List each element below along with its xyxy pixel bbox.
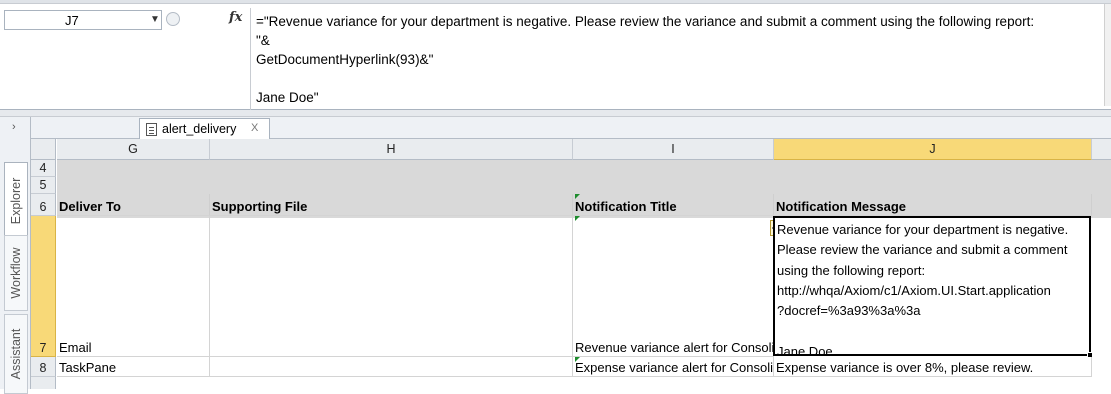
formula-scrollbar[interactable]: [1104, 4, 1111, 106]
cell-h8[interactable]: [210, 357, 573, 377]
pane-splitter[interactable]: [0, 110, 1111, 117]
tab-alert-delivery[interactable]: alert_delivery X: [139, 118, 270, 140]
close-icon[interactable]: X: [251, 122, 258, 134]
cell-g7[interactable]: Email: [57, 216, 210, 357]
cell-i8[interactable]: Expense variance alert for Consolidated …: [573, 357, 774, 377]
row-header-8[interactable]: 8: [31, 357, 56, 377]
column-header-i[interactable]: I: [573, 139, 774, 160]
column-header-k[interactable]: [1092, 139, 1111, 160]
formula-input[interactable]: ="Revenue variance for your department i…: [256, 12, 1106, 107]
row-header-5[interactable]: 5: [31, 177, 56, 194]
formula-bar-resize-icon[interactable]: [166, 12, 180, 26]
column-header-j[interactable]: J: [774, 139, 1092, 160]
cell-h6[interactable]: Supporting File: [210, 194, 573, 216]
task-pane: › Explorer Workflow Assistant: [0, 117, 31, 394]
cell-g8[interactable]: TaskPane: [57, 357, 210, 377]
document-tab-bar: alert_delivery X: [31, 117, 1111, 140]
tab-workflow[interactable]: Workflow: [4, 235, 28, 311]
tab-assistant-label: Assistant: [9, 328, 23, 380]
tab-explorer[interactable]: Explorer: [4, 162, 28, 240]
row-header-7[interactable]: 7: [31, 216, 56, 357]
tab-title: alert_delivery: [162, 122, 237, 136]
cell-i6[interactable]: Notification Title: [573, 194, 774, 216]
tab-workflow-label: Workflow: [9, 247, 23, 299]
expand-pane-icon[interactable]: ›: [12, 121, 16, 133]
cell-h7[interactable]: [210, 216, 573, 357]
document-icon: [146, 123, 157, 136]
spreadsheet-grid[interactable]: G H I J 4 5 6 7 8 Deliver To Supporting …: [31, 139, 1111, 389]
cell-j8[interactable]: Expense variance is over 8%, please revi…: [774, 357, 1092, 377]
cell-g6[interactable]: Deliver To: [57, 194, 210, 216]
row-header-4[interactable]: 4: [31, 160, 56, 177]
column-header-h[interactable]: H: [210, 139, 573, 160]
row-header-6[interactable]: 6: [31, 194, 56, 216]
formula-bar: J7 ▼ fx ="Revenue variance for your depa…: [0, 4, 1111, 110]
chevron-down-icon[interactable]: ▼: [150, 14, 160, 25]
row-header-9[interactable]: [31, 377, 56, 389]
name-box-value: J7: [65, 13, 79, 28]
tab-assistant[interactable]: Assistant: [4, 314, 28, 394]
cell-i7[interactable]: Revenue variance alert for Consolidated …: [573, 216, 774, 357]
select-all-corner[interactable]: [31, 139, 56, 160]
name-box[interactable]: J7 ▼: [4, 10, 162, 30]
error-indicator: [575, 216, 580, 221]
insert-function-icon[interactable]: fx: [229, 10, 242, 25]
formula-divider: [250, 8, 251, 110]
cell-j7-active[interactable]: Revenue variance for your department is …: [773, 216, 1091, 356]
tab-explorer-label: Explorer: [9, 177, 23, 225]
column-header-g[interactable]: G: [57, 139, 210, 160]
cell-j6[interactable]: Notification Message: [774, 194, 1092, 216]
